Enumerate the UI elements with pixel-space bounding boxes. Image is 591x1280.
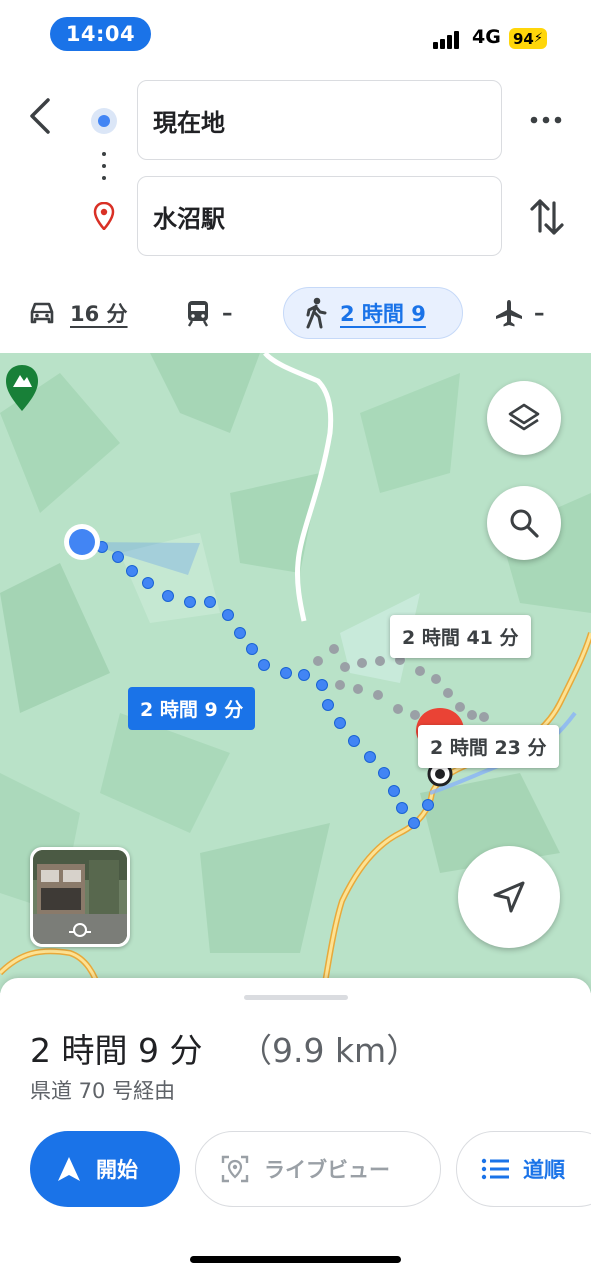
navigation-icon: [58, 1157, 80, 1181]
steps-button-label: 道順: [523, 1158, 565, 1182]
steps-button[interactable]: 道順: [456, 1131, 591, 1207]
destination-field[interactable]: 水沼駅: [137, 176, 502, 256]
route-connector-icon: [102, 152, 106, 184]
primary-route-label[interactable]: 2 時間 9 分: [128, 687, 256, 730]
tab-driving-label: 16 分: [70, 302, 128, 326]
route-distance: （9.9 km）: [238, 1031, 420, 1070]
alt-route-label-2[interactable]: 2 時間 23 分: [418, 725, 559, 768]
navigation-arrow-icon: [493, 881, 525, 913]
travel-mode-tabs: 16 分 – 2 時間 9 –: [0, 285, 591, 341]
tab-flights-label: –: [534, 301, 545, 325]
street-view-photo: [33, 850, 127, 944]
live-view-icon: [221, 1155, 249, 1183]
battery-icon: 94 ⚡: [509, 28, 547, 49]
layers-button[interactable]: [487, 381, 561, 455]
live-view-button[interactable]: ライブビュー: [195, 1131, 441, 1207]
tab-driving[interactable]: 16 分: [28, 285, 128, 341]
status-bar: 14:04 4G 94 ⚡: [0, 0, 591, 64]
network-type: 4G: [472, 26, 501, 48]
start-button[interactable]: 開始: [30, 1131, 180, 1207]
sheet-drag-handle[interactable]: [244, 995, 348, 1000]
walking-icon: [306, 297, 327, 329]
live-view-button-label: ライブビュー: [264, 1158, 390, 1182]
battery-level: 94: [512, 29, 534, 48]
tab-walking-label: 2 時間 9: [340, 302, 426, 326]
street-view-thumbnail[interactable]: [30, 847, 130, 947]
back-icon[interactable]: [22, 96, 62, 136]
layers-icon: [508, 403, 540, 431]
list-icon: [481, 1158, 509, 1180]
start-button-label: 開始: [96, 1158, 138, 1182]
route-via: 県道 70 号経由: [30, 1079, 176, 1103]
more-options-icon[interactable]: [526, 108, 566, 132]
airplane-icon: [496, 300, 522, 327]
map-search-button[interactable]: [487, 486, 561, 560]
alt-route-label-1[interactable]: 2 時間 41 分: [390, 615, 531, 658]
route-details-sheet: 2 時間 9 分 （9.9 km） 県道 70 号経由 開始 ライブビュー 道順: [0, 978, 591, 1280]
train-icon: [187, 301, 209, 327]
recenter-button[interactable]: [458, 846, 560, 948]
origin-dot-icon: [91, 108, 117, 134]
destination-pin-icon: [93, 201, 115, 231]
tab-walking[interactable]: 2 時間 9: [283, 287, 463, 339]
tab-transit[interactable]: –: [184, 285, 233, 341]
map-view[interactable]: 2 時間 9 分 2 時間 41 分 2 時間 23 分: [0, 353, 591, 993]
tab-transit-label: –: [222, 301, 233, 325]
car-icon: [30, 302, 54, 324]
route-summary: 2 時間 9 分 （9.9 km）: [30, 1024, 419, 1072]
home-indicator[interactable]: [190, 1256, 401, 1263]
search-icon: [510, 509, 539, 538]
origin-field[interactable]: 現在地: [137, 80, 502, 160]
swap-icon[interactable]: [528, 195, 566, 239]
status-time: 14:04: [50, 17, 151, 51]
tab-flights[interactable]: –: [494, 285, 545, 341]
signal-icon: [433, 29, 463, 49]
route-duration: 2 時間 9 分: [30, 1031, 203, 1070]
